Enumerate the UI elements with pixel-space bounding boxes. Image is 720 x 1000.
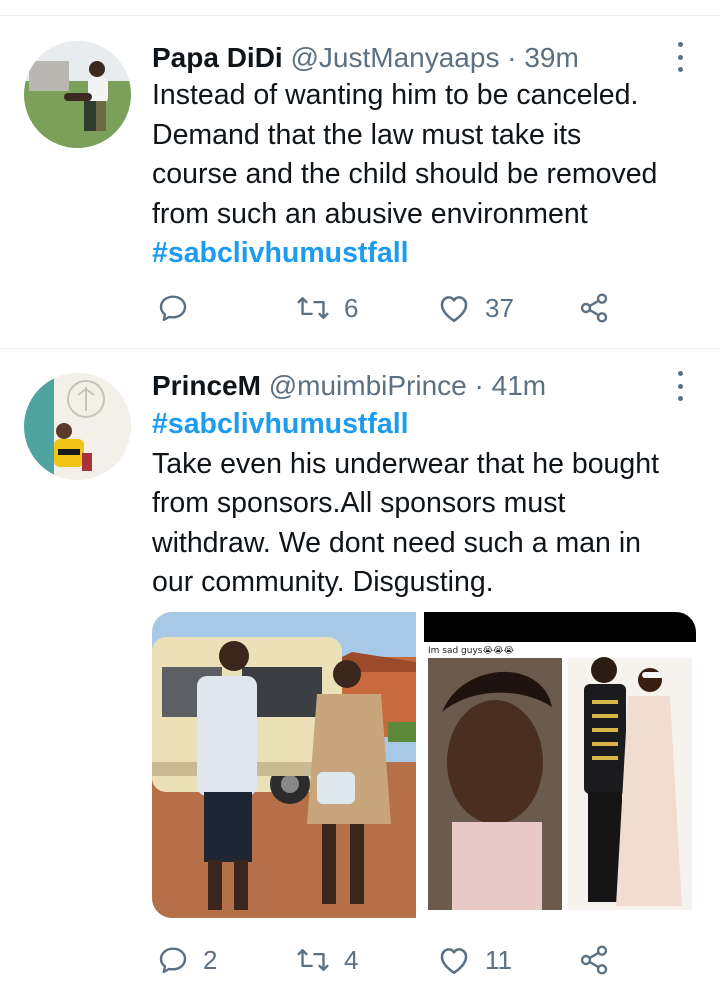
timestamp[interactable]: 39m [524,42,578,73]
tweet-text-line: Instead of wanting him to be canceled. [152,79,639,111]
hashtag-link[interactable]: #sabclivhumustfall [152,405,659,445]
share-icon [580,293,608,323]
handle[interactable]: @JustManyaaps [290,42,499,73]
tweet-text-line: Take even his underwear that he bought [152,447,660,480]
share-button[interactable] [578,288,610,328]
retweet-icon [297,949,329,971]
display-name[interactable]: Papa DiDi [152,42,283,73]
avatar[interactable] [24,41,131,148]
like-count: 37 [485,292,514,323]
like-button[interactable]: 11 [437,940,512,980]
share-button[interactable] [578,940,610,980]
like-icon [440,296,468,323]
display-name[interactable]: PrinceM [152,370,261,401]
reply-button[interactable]: 2 [157,940,217,980]
reply-count: 2 [203,944,218,975]
hashtag-link[interactable]: #sabclivhumustfall [152,234,657,274]
avatar[interactable] [24,373,131,480]
top-divider [0,15,720,16]
retweet-button[interactable]: 4 [296,940,358,980]
tweet-divider [0,348,720,349]
tweet-text-line: Demand that the law must take its [152,118,582,151]
tweet-header: Papa DiDi @JustManyaaps · 39m [152,40,579,76]
reply-icon [159,295,187,322]
more-options-icon[interactable] [668,42,692,72]
media-photos [152,612,696,918]
tweet-text-line: course and the child should be removed [152,158,658,190]
avatar-photo [24,373,131,480]
reply-icon [159,947,187,974]
separator: · [507,42,517,73]
more-options-icon[interactable] [668,371,692,401]
retweet-count: 6 [344,292,359,323]
like-icon [440,948,468,975]
share-icon [580,945,608,975]
tweet-text-line: withdraw. We dont need such a man in [152,526,642,559]
media-caption: Im sad guys😭😭😭 [428,646,515,656]
tweet-header: PrinceM @muimbiPrince · 41m [152,368,546,404]
retweet-count: 4 [344,944,359,975]
separator: · [474,370,484,401]
like-count: 11 [485,944,512,975]
action-bar: 6 37 [0,288,720,328]
retweet-icon [297,297,329,319]
timestamp[interactable]: 41m [492,370,546,401]
like-button[interactable]: 37 [437,288,514,328]
retweet-button[interactable]: 6 [296,288,358,328]
action-bar: 2 4 11 [0,940,720,980]
reply-button[interactable] [157,288,203,328]
photo-right [424,612,696,918]
tweet-text: #sabclivhumustfall Take even his underwe… [152,405,659,603]
tweet-text: Instead of wanting him to be canceled. D… [152,76,657,274]
handle[interactable]: @muimbiPrince [269,370,467,401]
tweet-text-line: our community. Disgusting. [152,566,494,598]
avatar-photo [24,41,131,148]
photo-left [152,612,416,918]
tweet-text-line: from such an abusive environment [152,197,588,230]
tweet-text-line: from sponsors.All sponsors must [152,487,566,519]
media-grid[interactable]: Im sad guys😭😭😭 [152,612,696,918]
